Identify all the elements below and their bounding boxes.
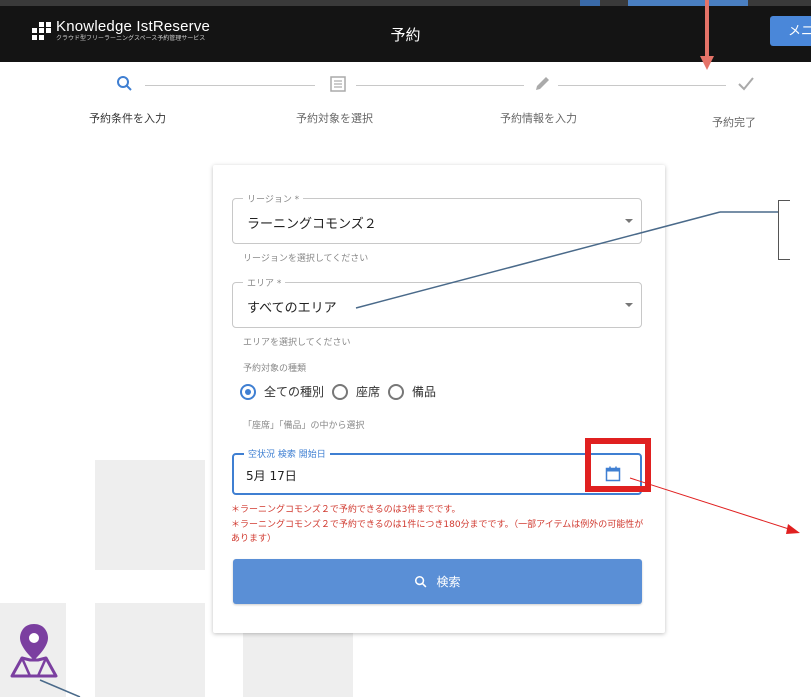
top-strip-segment	[628, 0, 748, 6]
page-title: 予約	[390, 26, 421, 44]
start-date-label: 空状況 検索 開始日	[244, 447, 330, 460]
list-icon	[330, 76, 346, 92]
area-label: エリア *	[243, 276, 286, 289]
annotation-highlight-box	[585, 438, 651, 492]
radio-unchecked-icon[interactable]	[332, 383, 349, 400]
reservation-stepper: 予約条件を入力 予約対象を選択 予約情報を入力 予約完了	[0, 62, 811, 142]
dropdown-caret-icon	[625, 219, 633, 223]
region-select[interactable]: リージョン * ラーニングコモンズ２	[232, 192, 642, 244]
step-connector	[558, 85, 726, 86]
radio-label: 座席	[356, 385, 381, 399]
app-header: Knowledge IstReserve クラウド型フリーラーニングスペース予約…	[0, 0, 811, 62]
target-type-radio-group: 全ての種別 座席 備品	[240, 383, 444, 400]
top-strip-segment	[580, 0, 600, 6]
dropdown-caret-icon	[625, 303, 633, 307]
start-date-value: 5月 17日	[246, 469, 297, 483]
pencil-icon	[536, 77, 549, 90]
background-tile	[95, 603, 205, 697]
region-value: ラーニングコモンズ２	[247, 217, 377, 232]
check-icon	[738, 77, 754, 91]
menu-button[interactable]: メニ	[770, 16, 811, 46]
browser-top-strip	[0, 0, 811, 6]
target-type-label: 予約対象の種類	[243, 364, 307, 374]
reservation-limit-note: ＊ラーニングコモンズ２で予約できるのは3件までです。	[231, 505, 461, 515]
area-value: すべてのエリア	[247, 301, 337, 316]
region-label: リージョン *	[243, 192, 304, 205]
area-select[interactable]: エリア * すべてのエリア	[232, 276, 642, 328]
step-label-1: 予約条件を入力	[89, 112, 166, 125]
search-button[interactable]: 検索	[233, 559, 642, 604]
map-pin-icon[interactable]	[8, 622, 60, 678]
radio-all-types[interactable]: 全ての種別	[240, 383, 324, 400]
search-icon	[117, 76, 132, 91]
radio-label: 全ての種別	[264, 385, 325, 399]
search-icon	[415, 575, 427, 587]
start-date-field[interactable]: 空状況 検索 開始日 5月 17日	[232, 447, 642, 495]
radio-label: 備品	[412, 385, 437, 399]
background-tile	[95, 460, 205, 570]
step-connector	[356, 85, 524, 86]
step-connector	[145, 85, 315, 86]
step-label-3: 予約情報を入力	[500, 112, 577, 125]
radio-equipment[interactable]: 備品	[388, 383, 436, 400]
radio-seat[interactable]: 座席	[332, 383, 380, 400]
step-label-2: 予約対象を選択	[296, 112, 373, 125]
search-button-label: 検索	[436, 575, 461, 589]
annotation-bracket	[778, 200, 790, 260]
step-label-4: 予約完了	[712, 116, 756, 129]
target-type-helper-text: 「座席」「備品」の中から選択	[243, 421, 365, 431]
region-helper-text: リージョンを選択してください	[243, 254, 369, 264]
area-helper-text: エリアを選択してください	[243, 338, 351, 348]
radio-checked-icon[interactable]	[240, 383, 256, 400]
radio-unchecked-icon[interactable]	[388, 383, 405, 400]
reservation-duration-note: ＊ラーニングコモンズ２で予約できるのは1件につき180分までです。（一部アイテム…	[231, 520, 644, 544]
search-conditions-card: リージョン * ラーニングコモンズ２ リージョンを選択してください エリア * …	[213, 165, 665, 633]
